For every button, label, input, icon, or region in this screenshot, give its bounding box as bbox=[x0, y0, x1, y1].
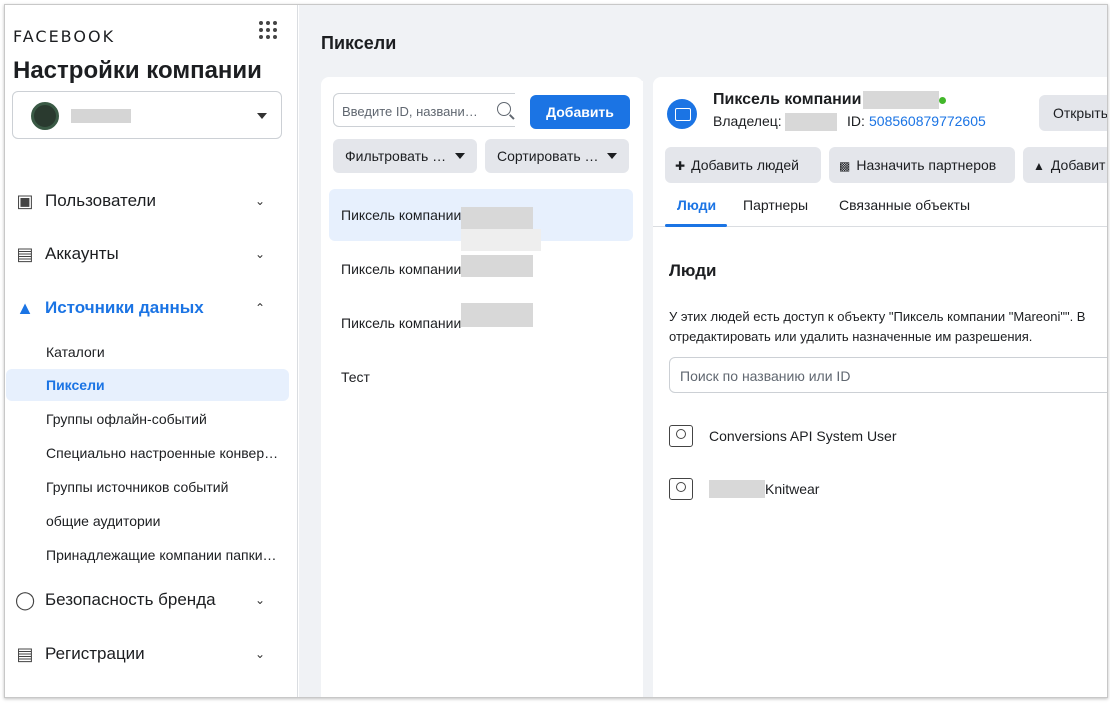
connect-icon: ▲ bbox=[1033, 159, 1045, 173]
tab-connected-assets[interactable]: Связанные объекты bbox=[839, 197, 970, 213]
chevron-down-icon: ⌄ bbox=[255, 647, 266, 661]
nav-accounts-label: Аккаунты bbox=[45, 244, 119, 263]
caret-down-icon bbox=[607, 153, 617, 159]
pixel-list-item-label: Тест bbox=[341, 369, 370, 385]
redacted-name bbox=[461, 255, 533, 277]
pixel-detail-panel: Пиксель компании Владелец: ID: 508560879… bbox=[653, 77, 1107, 697]
page-heading: Настройки компании bbox=[13, 57, 262, 84]
facebook-logo: FACEBOOK bbox=[13, 27, 116, 46]
section-title: Люди bbox=[669, 261, 717, 280]
shield-icon: ◯ bbox=[15, 590, 36, 610]
caret-down-icon bbox=[257, 113, 267, 119]
sub-item-shared-audiences[interactable]: общие аудитории bbox=[6, 505, 289, 537]
pixel-id-label: ID: bbox=[847, 113, 865, 129]
system-user-icon bbox=[669, 425, 693, 447]
chevron-down-icon: ⌄ bbox=[255, 593, 266, 607]
person-row[interactable]: Knitwear bbox=[669, 474, 819, 504]
pixel-list-item[interactable]: Пиксель компании bbox=[329, 243, 633, 295]
nav-data-sources[interactable]: ▲ Источники данных ⌃ bbox=[5, 288, 298, 328]
pixel-list-item[interactable]: Пиксель компании bbox=[329, 297, 633, 349]
nav-users[interactable]: ▣ Пользователи ⌄ bbox=[5, 181, 298, 221]
data-sources-icon: ▲ bbox=[16, 298, 34, 318]
chevron-up-icon: ⌃ bbox=[255, 301, 266, 315]
clipboard-icon: ▤ bbox=[16, 644, 34, 664]
sub-item-event-source-groups[interactable]: Группы источников событий bbox=[6, 471, 289, 503]
nav-registrations[interactable]: ▤ Регистрации ⌄ bbox=[5, 634, 298, 674]
nav-accounts[interactable]: ▤ Аккаунты ⌄ bbox=[5, 234, 298, 274]
sub-item-pixels[interactable]: Пиксели bbox=[6, 369, 289, 401]
business-account-selector[interactable] bbox=[12, 91, 282, 139]
archive-icon: ▤ bbox=[16, 244, 34, 264]
tab-partners[interactable]: Партнеры bbox=[743, 197, 808, 213]
nav-registrations-label: Регистрации bbox=[45, 644, 145, 663]
add-assets-label: Добавит bbox=[1050, 157, 1106, 173]
sub-item-catalogs[interactable]: Каталоги bbox=[6, 336, 289, 368]
redacted-business-name bbox=[71, 109, 131, 123]
caret-down-icon bbox=[455, 153, 465, 159]
person-name: Conversions API System User bbox=[709, 428, 897, 444]
sort-label: Сортировать … bbox=[497, 148, 599, 164]
pixel-code-icon bbox=[667, 99, 697, 129]
add-people-label: Добавить людей bbox=[691, 157, 799, 173]
pixel-list-item-label: Пиксель компании bbox=[341, 261, 462, 277]
nav-users-label: Пользователи bbox=[45, 191, 156, 210]
assign-partners-button[interactable]: ▩ Назначить партнеров bbox=[829, 147, 1015, 183]
pixel-search[interactable] bbox=[333, 93, 522, 127]
briefcase-icon: ▩ bbox=[839, 159, 851, 173]
add-people-button[interactable]: ✚ Добавить людей bbox=[665, 147, 821, 183]
redacted-name bbox=[461, 303, 533, 327]
person-name: Knitwear bbox=[765, 481, 820, 497]
sub-item-business-folders[interactable]: Принадлежащие компании папки… bbox=[6, 539, 289, 571]
redacted-owner bbox=[785, 113, 837, 131]
search-icon bbox=[497, 102, 511, 116]
add-assets-button[interactable]: ▲ Добавит bbox=[1023, 147, 1107, 183]
pixel-id-value[interactable]: 508560879772605 bbox=[869, 113, 986, 129]
system-user-icon bbox=[669, 478, 693, 500]
detail-tabs: Люди Партнеры Связанные объекты bbox=[653, 187, 1107, 227]
sub-item-custom-conversions[interactable]: Специально настроенные конвер… bbox=[6, 437, 289, 469]
redacted-name bbox=[863, 91, 939, 109]
sub-item-offline-event-sets[interactable]: Группы офлайн-событий bbox=[6, 403, 289, 435]
filter-dropdown[interactable]: Фильтровать … bbox=[333, 139, 477, 173]
redacted-name bbox=[709, 480, 765, 498]
open-button[interactable]: Открыть bbox=[1039, 95, 1107, 131]
chevron-down-icon: ⌄ bbox=[255, 194, 266, 208]
add-person-icon: ✚ bbox=[675, 159, 686, 173]
chevron-down-icon: ⌄ bbox=[255, 247, 266, 261]
assign-partners-label: Назначить партнеров bbox=[856, 157, 997, 173]
nav-brand-safety[interactable]: ◯ Безопасность бренда ⌄ bbox=[5, 580, 298, 620]
redacted-name bbox=[461, 207, 533, 229]
people-search[interactable] bbox=[669, 357, 1107, 393]
main-content: Пиксели Добавить Фильтровать … Сортирова… bbox=[299, 5, 1107, 697]
add-pixel-button[interactable]: Добавить bbox=[530, 95, 630, 129]
user-badge-icon: ▣ bbox=[16, 191, 34, 211]
nav-data-sources-label: Источники данных bbox=[45, 298, 204, 317]
nav-brand-safety-label: Безопасность бренда bbox=[45, 590, 216, 609]
pixel-detail-title: Пиксель компании bbox=[713, 91, 862, 108]
page-title: Пиксели bbox=[321, 33, 397, 53]
pixel-search-input[interactable] bbox=[342, 101, 482, 121]
sort-dropdown[interactable]: Сортировать … bbox=[485, 139, 629, 173]
pixel-list-item[interactable]: Тест bbox=[329, 351, 633, 403]
people-search-input[interactable] bbox=[680, 366, 1107, 386]
people-description: У этих людей есть доступ к объекту "Пикс… bbox=[669, 309, 1086, 344]
tab-people[interactable]: Люди bbox=[677, 197, 716, 213]
business-avatar bbox=[31, 102, 59, 130]
apps-grid-icon[interactable] bbox=[259, 21, 277, 39]
people-tab-content: Люди У этих людей есть доступ к объекту … bbox=[653, 227, 1107, 697]
sidebar: FACEBOOK Настройки компании ▣ Пользовате… bbox=[5, 5, 298, 697]
pixel-list-panel: Добавить Фильтровать … Сортировать … Пик… bbox=[321, 77, 643, 697]
pixel-list-item-label: Пиксель компании bbox=[341, 315, 462, 331]
filter-label: Фильтровать … bbox=[345, 148, 447, 164]
app-window: FACEBOOK Настройки компании ▣ Пользовате… bbox=[4, 4, 1108, 698]
owner-label: Владелец: bbox=[713, 113, 782, 129]
person-row[interactable]: Conversions API System User bbox=[669, 421, 897, 451]
status-dot-icon bbox=[939, 97, 946, 104]
pixel-list-item-label: Пиксель компании bbox=[341, 207, 462, 223]
